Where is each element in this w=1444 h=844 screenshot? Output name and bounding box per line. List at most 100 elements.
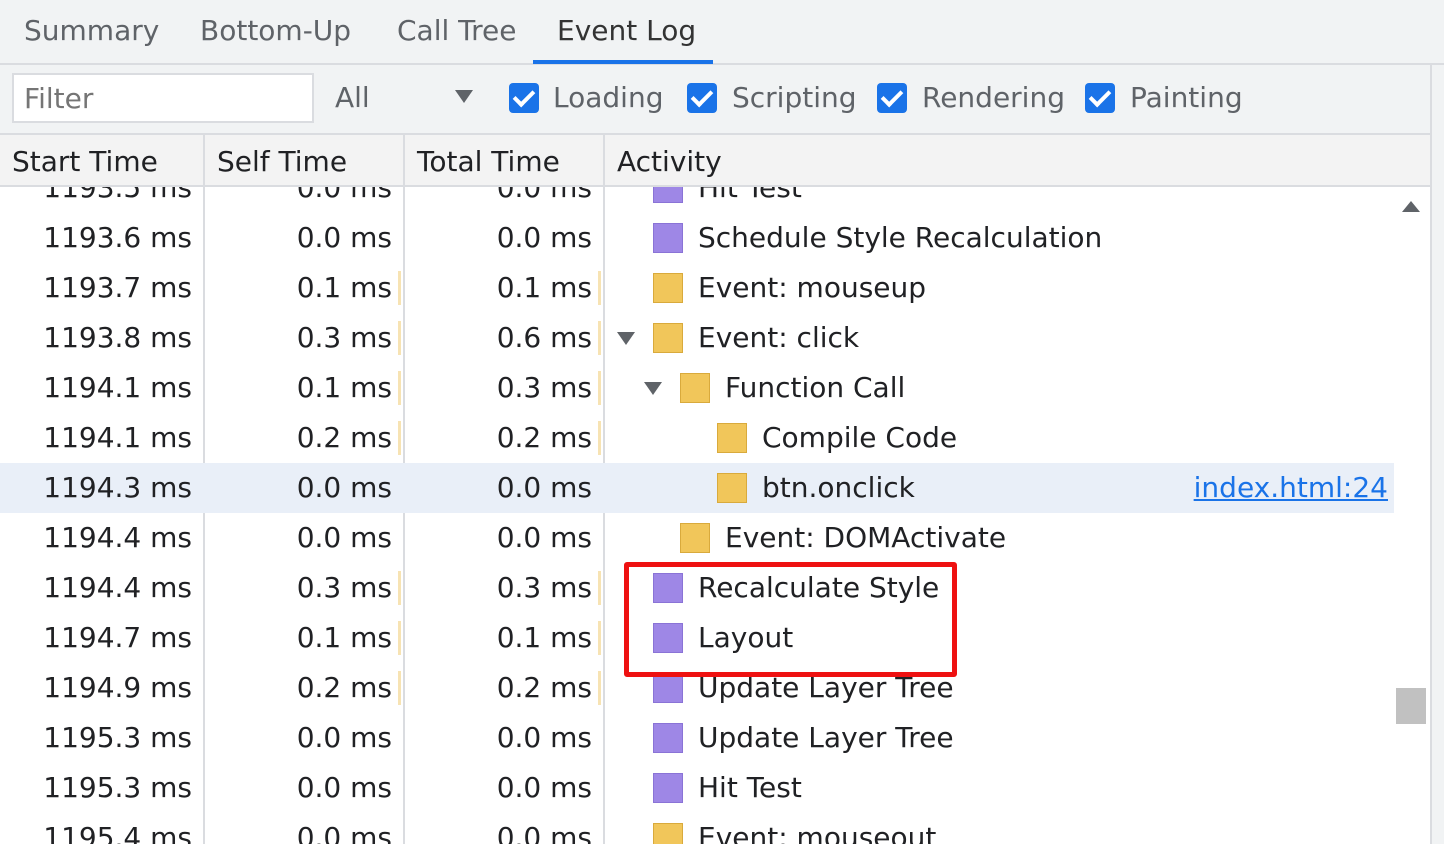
tab-bottom-up[interactable]: Bottom-Up: [200, 14, 351, 47]
activity-name: Compile Code: [762, 421, 958, 454]
total-time-cell: 0.3 ms: [496, 571, 592, 604]
activity-name: Schedule Style Recalculation: [698, 221, 1103, 254]
tab-event-log[interactable]: Event Log: [557, 14, 696, 47]
self-time-cell: 0.0 ms: [296, 471, 392, 504]
self-time-bar: [398, 421, 401, 455]
table-row[interactable]: 1193.8 ms 0.3 ms 0.6 ms Event: click: [0, 313, 1394, 363]
total-time-cell: 0.2 ms: [496, 671, 592, 704]
rendering-category-swatch: [653, 673, 683, 703]
scrollbar-thumb[interactable]: [1396, 688, 1426, 724]
self-time-bar: [398, 671, 401, 705]
rendering-checkbox-label[interactable]: Rendering: [922, 81, 1065, 114]
vertical-scrollbar[interactable]: [1394, 187, 1430, 844]
total-time-cell: 0.1 ms: [496, 271, 592, 304]
column-header-self-time[interactable]: Self Time: [205, 135, 405, 187]
self-time-cell: 0.1 ms: [296, 271, 392, 304]
table-row[interactable]: 1193.5 ms 0.0 ms 0.0 ms Hit Test: [0, 187, 1394, 213]
scripting-category-swatch: [653, 273, 683, 303]
column-header-total-time[interactable]: Total Time: [405, 135, 605, 187]
scripting-category-swatch: [717, 473, 747, 503]
start-time-cell: 1195.4 ms: [43, 821, 192, 844]
panel-edge: [1430, 65, 1444, 844]
total-time-cell: 0.0 ms: [496, 471, 592, 504]
total-time-cell: 0.2 ms: [496, 421, 592, 454]
table-row[interactable]: 1194.1 ms 0.2 ms 0.2 ms Compile Code: [0, 413, 1394, 463]
total-time-bar: [598, 371, 601, 405]
activity-name: Event: DOMActivate: [725, 521, 1007, 554]
scripting-checkbox-label[interactable]: Scripting: [732, 81, 857, 114]
total-time-bar: [598, 571, 601, 605]
self-time-cell: 0.0 ms: [296, 521, 392, 554]
painting-checkbox[interactable]: [1085, 83, 1115, 113]
self-time-cell: 0.0 ms: [296, 821, 392, 844]
scripting-category-swatch: [653, 823, 683, 844]
start-time-cell: 1194.1 ms: [43, 371, 192, 404]
grid-header: Start Time Self Time Total Time Activity: [0, 135, 1430, 187]
start-time-cell: 1193.5 ms: [43, 187, 192, 204]
expand-triangle-icon[interactable]: [617, 332, 635, 345]
self-time-bar: [398, 371, 401, 405]
activity-name: Event: click: [698, 321, 860, 354]
activity-name: Update Layer Tree: [698, 721, 954, 754]
self-time-bar: [398, 321, 401, 355]
start-time-cell: 1194.7 ms: [43, 621, 192, 654]
tab-call-tree[interactable]: Call Tree: [397, 14, 517, 47]
self-time-cell: 0.1 ms: [296, 371, 392, 404]
dropdown-arrow-icon[interactable]: [455, 90, 473, 103]
self-time-cell: 0.3 ms: [296, 321, 392, 354]
loading-checkbox[interactable]: [509, 83, 539, 113]
total-time-bar: [598, 271, 601, 305]
table-row[interactable]: 1195.3 ms 0.0 ms 0.0 ms Update Layer Tree: [0, 713, 1394, 763]
activity-name: Hit Test: [698, 771, 802, 804]
table-row[interactable]: 1193.6 ms 0.0 ms 0.0 ms Schedule Style Reca…: [0, 213, 1394, 263]
table-row[interactable]: 1195.3 ms 0.0 ms 0.0 ms Hit Test: [0, 763, 1394, 813]
start-time-cell: 1193.8 ms: [43, 321, 192, 354]
scripting-category-swatch: [717, 423, 747, 453]
table-row[interactable]: 1194.4 ms 0.0 ms 0.0 ms Event: DOMActivate: [0, 513, 1394, 563]
start-time-cell: 1194.1 ms: [43, 421, 192, 454]
self-time-cell: 0.1 ms: [296, 621, 392, 654]
event-log-toolbar: All Loading Scripting Rendering Painting: [0, 65, 1444, 135]
total-time-cell: 0.0 ms: [496, 187, 592, 204]
activity-name: Hit Test: [698, 187, 802, 204]
total-time-bar: [598, 321, 601, 355]
total-time-cell: 0.0 ms: [496, 771, 592, 804]
table-row[interactable]: 1193.7 ms 0.1 ms 0.1 ms Event: mouseup: [0, 263, 1394, 313]
self-time-cell: 0.0 ms: [296, 771, 392, 804]
table-row[interactable]: 1195.4 ms 0.0 ms 0.0 ms Event: mouseout: [0, 813, 1394, 844]
total-time-cell: 0.1 ms: [496, 621, 592, 654]
scripting-checkbox[interactable]: [687, 83, 717, 113]
total-time-bar: [598, 621, 601, 655]
column-header-start-time[interactable]: Start Time: [0, 135, 205, 187]
self-time-bar: [398, 271, 401, 305]
self-time-cell: 0.0 ms: [296, 187, 392, 204]
annotation-highlight-box: [624, 562, 957, 677]
activity-name: Function Call: [725, 371, 906, 404]
self-time-bar: [398, 621, 401, 655]
rendering-checkbox[interactable]: [877, 83, 907, 113]
total-time-cell: 0.3 ms: [496, 371, 592, 404]
table-row[interactable]: 1194.1 ms 0.1 ms 0.3 ms Function Call: [0, 363, 1394, 413]
column-header-activity[interactable]: Activity: [605, 135, 1430, 187]
self-time-cell: 0.0 ms: [296, 721, 392, 754]
filter-input[interactable]: [12, 73, 314, 123]
event-log-grid[interactable]: 1193.5 ms 0.0 ms 0.0 ms Hit Test 1193.6 ms 0.…: [0, 187, 1394, 844]
total-time-bar: [598, 671, 601, 705]
painting-checkbox-label[interactable]: Painting: [1130, 81, 1243, 114]
total-time-cell: 0.0 ms: [496, 521, 592, 554]
panel-tab-bar: Summary Bottom-Up Call Tree Event Log: [0, 0, 1444, 65]
tab-summary[interactable]: Summary: [24, 14, 159, 47]
table-row[interactable]: 1194.3 ms 0.0 ms 0.0 ms btn.onclick index.ht…: [0, 463, 1394, 513]
scripting-category-swatch: [680, 373, 710, 403]
expand-triangle-icon[interactable]: [644, 382, 662, 395]
scroll-up-arrow-icon[interactable]: [1402, 201, 1420, 212]
self-time-cell: 0.0 ms: [296, 221, 392, 254]
rendering-category-swatch: [653, 723, 683, 753]
duration-filter-select[interactable]: All: [335, 81, 370, 114]
loading-checkbox-label[interactable]: Loading: [553, 81, 663, 114]
source-location-link[interactable]: index.html:24: [1194, 463, 1388, 513]
start-time-cell: 1195.3 ms: [43, 721, 192, 754]
activity-name: Event: mouseout: [698, 821, 937, 844]
self-time-cell: 0.2 ms: [296, 421, 392, 454]
self-time-cell: 0.3 ms: [296, 571, 392, 604]
